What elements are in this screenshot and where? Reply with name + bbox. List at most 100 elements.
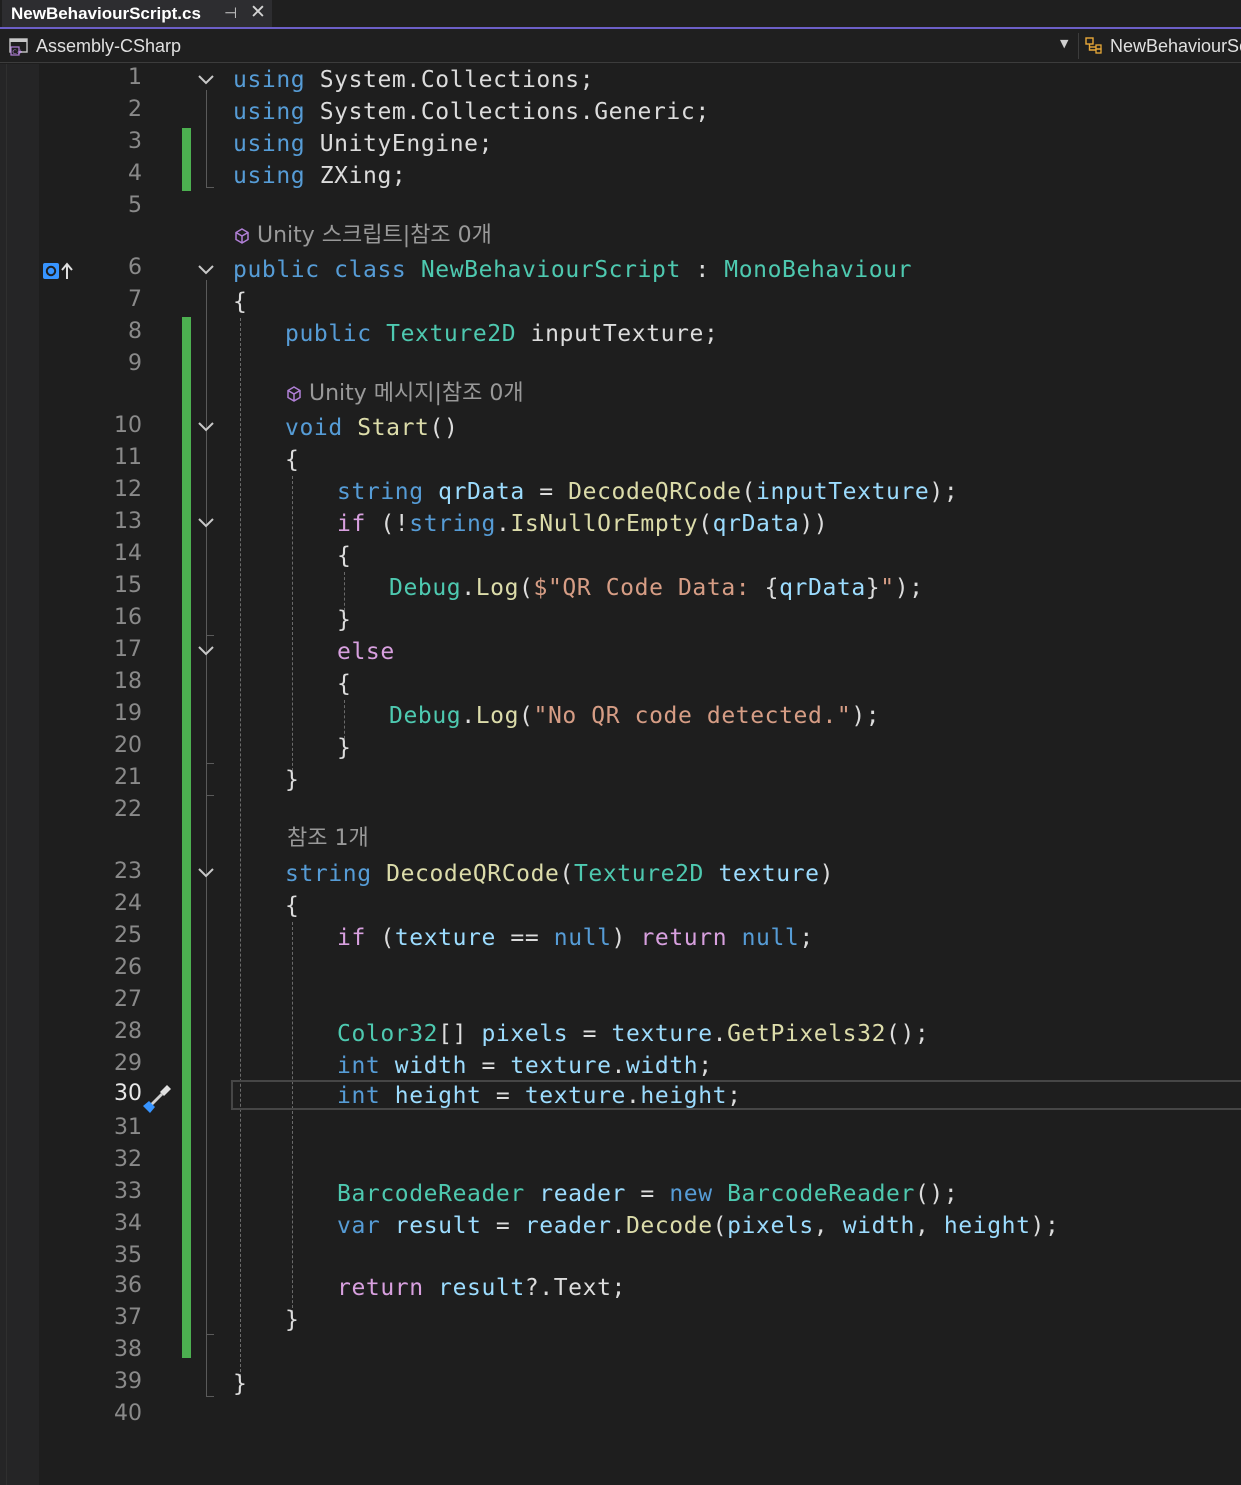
codelens-start[interactable]: Unity 메시지|참조 0개 [285,380,524,408]
line-number: 8 [128,319,142,344]
code-token: { [337,671,352,697]
tab-newbehaviourscript[interactable]: NewBehaviourScript.cs ⊣ ✕ [2,0,272,27]
codelens-decode[interactable]: 참조 1개 [287,825,369,853]
code-line-28[interactable]: Color32[] pixels = texture.GetPixels32()… [337,1018,929,1050]
code-line-34[interactable]: var result = reader.Decode(pixels, width… [337,1210,1059,1242]
code-line-3[interactable]: using UnityEngine; [233,128,493,160]
code-line-6[interactable]: public class NewBehaviourScript : MonoBe… [233,254,912,286]
line-number: 19 [114,701,142,726]
code-token: else [337,639,395,665]
code-line-7[interactable]: { [233,286,247,318]
class-dropdown[interactable]: NewBehaviourScript [1084,32,1241,60]
code-token: pixels [727,1213,814,1239]
code-token: System.Collections; [305,67,595,93]
code-line-20[interactable]: } [337,732,351,764]
close-icon[interactable]: ✕ [250,1,266,23]
line-number: 11 [114,445,142,470]
code-line-16[interactable]: } [337,604,351,636]
code-line-2[interactable]: using System.Collections.Generic; [233,96,710,128]
margin-separator [6,64,7,1485]
chevron-down-icon[interactable]: ▼ [1060,37,1068,50]
code-token: , [914,1213,944,1239]
code-token: if [337,511,366,537]
codelens-class-text: Unity 스크립트|참조 0개 [257,223,492,248]
code-token: texture [394,925,496,951]
code-line-29[interactable]: int width = texture.width; [337,1050,713,1082]
codelens-start-text: Unity 메시지|참조 0개 [309,381,524,406]
code-line-14[interactable]: { [337,540,351,572]
code-editor[interactable]: 1 2 3 4 5 6 7 8 9 10 11 12 13 14 15 16 17 18 19 20 21 22 23 24 2… [0,64,1241,1485]
code-token: System.Collections.Generic; [305,99,710,125]
codelens-class[interactable]: Unity 스크립트|참조 0개 [233,222,492,250]
line-number: 38 [114,1337,142,1362]
indent-guide [292,476,293,776]
unity-cube-icon [235,228,249,244]
fold-toggle[interactable] [197,645,215,657]
fold-toggle[interactable] [197,74,215,86]
line-number: 17 [114,637,142,662]
quick-actions-screwdriver-icon[interactable] [140,1082,174,1116]
line-number: 13 [114,509,142,534]
code-line-8[interactable]: public Texture2D inputTexture; [285,318,718,350]
code-line-24[interactable]: { [285,890,299,922]
code-token: = [568,1021,612,1047]
code-line-18[interactable]: { [337,668,351,700]
line-number: 34 [114,1211,142,1236]
code-line-4[interactable]: using ZXing; [233,160,406,192]
code-token: (! [365,511,410,537]
code-line-17[interactable]: else [337,636,395,668]
code-line-11[interactable]: { [285,444,299,476]
line-number: 4 [128,161,142,186]
code-token: ( [365,925,395,951]
chevron-down-icon [198,646,214,656]
line-number: 26 [114,955,142,980]
code-line-21[interactable]: } [285,764,299,796]
fold-toggle[interactable] [197,264,215,276]
project-dropdown[interactable]: C# Assembly-CSharp [4,32,1076,60]
inheritance-glyph-icon[interactable] [42,261,76,281]
line-number: 39 [114,1369,142,1394]
code-line-13[interactable]: if (!string.IsNullOrEmpty(qrData)) [337,508,828,540]
code-line-12[interactable]: string qrData = DecodeQRCode(inputTextur… [337,476,958,508]
code-token: (); [914,1181,959,1207]
code-line-10[interactable]: void Start() [285,412,458,444]
code-line-25[interactable]: if (texture == null) return null; [337,922,814,954]
code-token: BarcodeReader [727,1181,915,1207]
tab-strip: NewBehaviourScript.cs ⊣ ✕ [0,0,1241,29]
code-token: } [865,575,881,601]
code-token: ZXing; [305,163,407,189]
code-line-23[interactable]: string DecodeQRCode(Texture2D texture) [285,858,834,890]
code-token: string [337,479,424,505]
code-token: = [625,1181,670,1207]
code-line-39[interactable]: } [233,1368,247,1400]
code-token: texture [510,1053,612,1079]
code-token: ; [727,1083,742,1109]
code-token: class [334,257,407,283]
chevron-down-icon [198,75,214,85]
pin-icon[interactable]: ⊣ [224,4,237,22]
code-line-30[interactable]: int height = texture.height; [337,1080,742,1112]
code-token: new [669,1181,713,1207]
fold-toggle[interactable] [197,517,215,529]
code-token: ( [519,703,534,729]
code-line-37[interactable]: } [285,1304,299,1336]
fold-toggle[interactable] [197,421,215,433]
change-bar [182,317,191,1358]
code-line-1[interactable]: using System.Collections; [233,64,594,96]
code-token: ( [519,575,534,601]
code-line-33[interactable]: BarcodeReader reader = new BarcodeReader… [337,1178,958,1210]
code-line-36[interactable]: return result?.Text; [337,1272,626,1304]
code-token: ); [929,479,959,505]
line-number: 9 [128,351,142,376]
code-line-19[interactable]: Debug.Log("No QR code detected."); [389,700,880,732]
code-token: Debug [389,703,462,729]
chevron-down-icon [198,422,214,432]
fold-toggle[interactable] [197,867,215,879]
code-token: IsNullOrEmpty [510,511,699,537]
code-token: height [943,1213,1031,1239]
code-line-15[interactable]: Debug.Log($"QR Code Data: {qrData}"); [389,572,924,604]
